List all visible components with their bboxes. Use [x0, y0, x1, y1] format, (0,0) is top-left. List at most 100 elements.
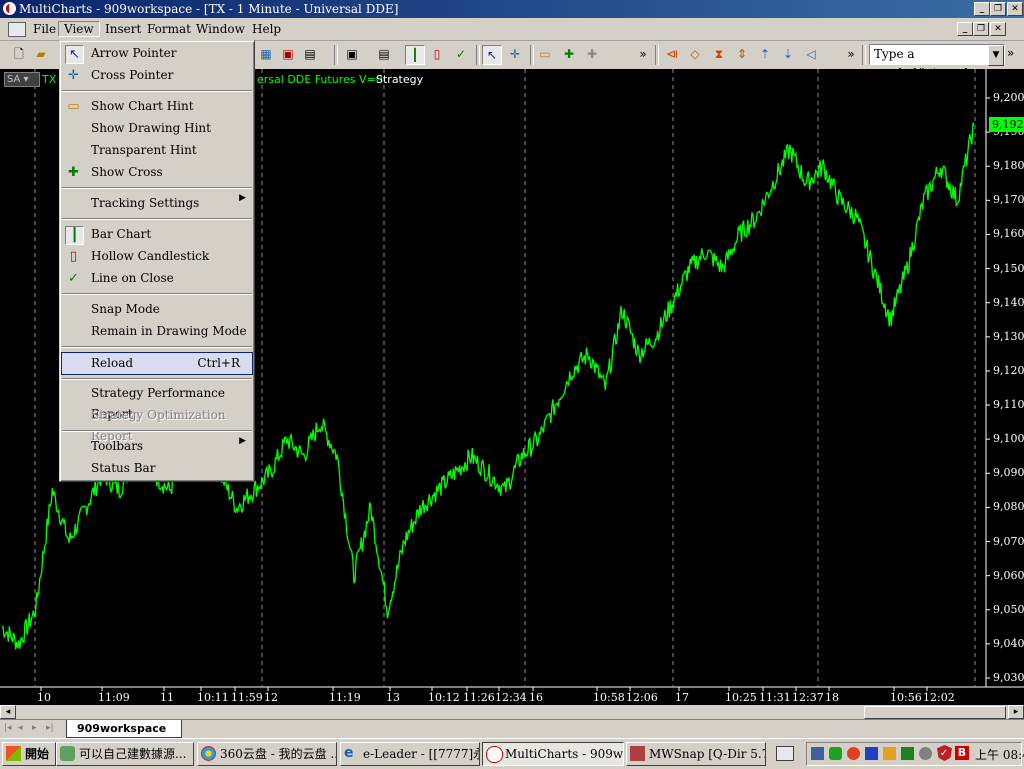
- chart-hint-icon[interactable]: ▭: [536, 45, 554, 63]
- menu-item-transparent-hint[interactable]: Transparent Hint: [62, 140, 252, 161]
- data-window-icon[interactable]: ▤: [375, 45, 393, 63]
- menu-item-label: Arrow Pointer: [91, 46, 177, 60]
- y-tick-label: 9,050: [993, 602, 1024, 616]
- menu-item-cross-pointer[interactable]: ✛ Cross Pointer: [62, 65, 252, 86]
- task-button-4[interactable]: MultiCharts - 909wor...: [482, 742, 624, 766]
- tray-app-icon-6[interactable]: [919, 747, 932, 760]
- format-window-icon[interactable]: ▣: [343, 45, 361, 63]
- document-icon[interactable]: [8, 22, 26, 37]
- toolbar-overflow-icon[interactable]: »: [634, 45, 652, 63]
- chart-window-icon[interactable]: ▦: [257, 45, 275, 63]
- menu-item-snap-mode[interactable]: Snap Mode: [62, 299, 252, 320]
- child-minimize-button[interactable]: _: [957, 22, 973, 36]
- last-price-tag: 9,192: [989, 117, 1024, 133]
- submenu-arrow-icon: ▶: [239, 436, 246, 446]
- zoom-out-icon[interactable]: ◇: [686, 45, 704, 63]
- scroll-left-button[interactable]: ◂: [0, 705, 16, 719]
- menu-format[interactable]: Format: [141, 21, 197, 37]
- scrollbar-thumb[interactable]: [864, 706, 1006, 719]
- strategy-label: Strategy: [376, 73, 424, 86]
- arrow-pointer-icon[interactable]: ↖: [482, 45, 502, 65]
- hourglass-icon[interactable]: ⧗: [710, 45, 728, 63]
- toolbar-overflow-icon-2[interactable]: »: [842, 45, 860, 63]
- cross-pointer-icon[interactable]: ✛: [506, 45, 524, 63]
- keyboard-icon[interactable]: [776, 746, 794, 761]
- clock[interactable]: 上午 08:47: [975, 746, 1024, 763]
- symbol-dropdown-button[interactable]: ▼: [988, 45, 1004, 66]
- toolbar-separator: [334, 45, 338, 65]
- drawing-cross-icon[interactable]: ✚: [583, 45, 601, 63]
- menu-item-show-cross[interactable]: ✚ Show Cross: [62, 162, 252, 183]
- menu-file[interactable]: File: [27, 21, 62, 37]
- scale-up-icon[interactable]: ⇡: [756, 45, 774, 63]
- menu-item-label: Transparent Hint: [91, 143, 197, 157]
- tray-app-icon-4[interactable]: [883, 747, 896, 760]
- symbol-input[interactable]: Type a symbol/interval: [869, 44, 1005, 80]
- menu-separator: [62, 218, 252, 220]
- menu-window[interactable]: Window: [190, 21, 251, 37]
- scroll-right-button[interactable]: ▸: [1008, 705, 1024, 719]
- scroll-left-icon[interactable]: ◁: [802, 45, 820, 63]
- menu-item-bar-chart[interactable]: ┃ Bar Chart: [62, 224, 252, 245]
- menu-item-reload[interactable]: Reload Ctrl+R: [61, 352, 253, 375]
- workspace-tab[interactable]: 909workspace: [66, 720, 182, 738]
- y-tick-label: 9,060: [993, 568, 1024, 582]
- show-cross-icon[interactable]: ✚: [560, 45, 578, 63]
- system-tray: ✓ B 上午 08:47: [806, 742, 1024, 766]
- tab-nav-next-icon[interactable]: ▸: [32, 723, 37, 733]
- line-on-close-icon[interactable]: ✓: [452, 45, 470, 63]
- tray-app-icon-3[interactable]: [865, 747, 878, 760]
- toolbar-overflow-icon-3[interactable]: »: [1007, 46, 1014, 60]
- menu-item-arrow-pointer[interactable]: ↖ Arrow Pointer: [62, 43, 252, 64]
- menu-item-status-bar[interactable]: Status Bar: [62, 458, 252, 479]
- vertical-expand-icon[interactable]: ⇕: [733, 45, 751, 63]
- menu-view[interactable]: View: [58, 21, 100, 37]
- horizontal-scrollbar[interactable]: ◂ ▸: [0, 705, 1024, 719]
- open-folder-icon[interactable]: ▰: [32, 45, 50, 63]
- task-button-1[interactable]: 可以自己建數據源...: [56, 742, 194, 766]
- menu-item-show-chart-hint[interactable]: ▭ Show Chart Hint: [62, 96, 252, 117]
- bar-chart-icon[interactable]: ┃: [405, 45, 425, 65]
- menu-item-show-drawing-hint[interactable]: Show Drawing Hint: [62, 118, 252, 139]
- new-icon[interactable]: 🗋: [10, 45, 28, 63]
- menu-item-hollow-candlestick[interactable]: ▯ Hollow Candlestick: [62, 246, 252, 267]
- menu-item-label: Snap Mode: [91, 302, 160, 316]
- task-label-1: 可以自己建數據源...: [79, 747, 187, 761]
- task-button-3[interactable]: e e-Leader - [[7777]永...: [340, 742, 480, 766]
- scanner-icon[interactable]: ▣: [279, 45, 297, 63]
- status-line-sa-button[interactable]: SA ▾: [4, 72, 40, 87]
- menu-item-remain-in-drawing-mode[interactable]: Remain in Drawing Mode: [62, 321, 252, 342]
- tray-app-icon-2[interactable]: [847, 747, 860, 760]
- tab-nav-last-icon[interactable]: ▸|: [46, 723, 54, 733]
- candlestick-icon[interactable]: ▯: [428, 45, 446, 63]
- order-icon[interactable]: ▤: [301, 45, 319, 63]
- menu-item-tracking-settings[interactable]: Tracking Settings ▶: [62, 193, 252, 214]
- b-app-icon[interactable]: B: [955, 746, 969, 760]
- minimize-button[interactable]: _: [974, 2, 990, 16]
- tray-app-icon-5[interactable]: [901, 747, 914, 760]
- task-button-2[interactable]: 360云盘 - 我的云盘 ...: [197, 742, 337, 766]
- menu-item-toolbars[interactable]: Toolbars ▶: [62, 436, 252, 457]
- taskbar: 開始 可以自己建數據源... 360云盘 - 我的云盘 ... e e-Lead…: [0, 738, 1024, 769]
- y-tick-label: 9,200: [993, 91, 1024, 104]
- toolbar-separator: [476, 45, 480, 65]
- multicharts-app-icon[interactable]: [3, 2, 16, 15]
- tray-app-icon-1[interactable]: [829, 747, 842, 760]
- scale-down-icon[interactable]: ⇣: [779, 45, 797, 63]
- network-icon[interactable]: [811, 747, 824, 760]
- menu-item-strategy-performance-report[interactable]: Strategy Performance Report: [62, 383, 252, 421]
- tab-nav-first-icon[interactable]: |◂: [4, 723, 12, 733]
- cross-pointer-icon: ✛: [68, 68, 79, 83]
- tab-nav-prev-icon[interactable]: ◂: [18, 723, 23, 733]
- start-button[interactable]: 開始: [2, 742, 56, 766]
- maximize-button[interactable]: ❐: [990, 2, 1006, 16]
- close-button[interactable]: ✕: [1007, 2, 1023, 16]
- task-button-5[interactable]: MWSnap [Q-Dir 5.73]: [626, 742, 766, 766]
- scroll-start-icon[interactable]: ⧏: [663, 45, 681, 63]
- menu-item-line-on-close[interactable]: ✓ Line on Close: [62, 268, 252, 289]
- menu-help[interactable]: Help: [246, 21, 287, 37]
- start-label: 開始: [25, 747, 50, 761]
- child-close-button[interactable]: ✕: [990, 22, 1006, 36]
- child-restore-button[interactable]: ❐: [973, 22, 989, 36]
- windows-logo-icon: [6, 746, 21, 761]
